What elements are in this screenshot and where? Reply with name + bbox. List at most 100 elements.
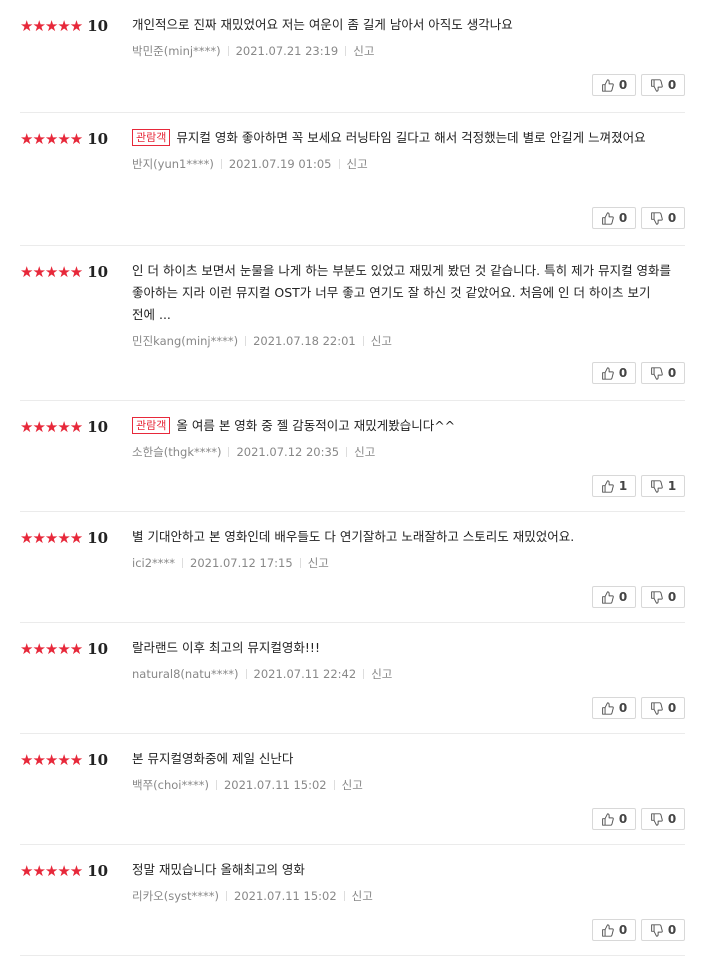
report-link[interactable]: 신고: [347, 157, 368, 171]
report-link[interactable]: 신고: [354, 445, 375, 459]
review-item: ★★★★★ 10 정말 재밌습니다 올해최고의 영화 리카오(syst****)…: [20, 845, 685, 956]
review-list: ★★★★★ 10 개인적으로 진짜 재밌었어요 저는 여운이 좀 길게 남아서 …: [0, 0, 709, 956]
divider: [299, 558, 301, 568]
reviewer-name[interactable]: 민진kang(minj****): [132, 334, 238, 348]
divider: [228, 447, 230, 457]
review-text: 정말 재밌습니다 올해최고의 영화: [132, 859, 685, 881]
review-body: 관람객 올 여름 본 영화 중 젤 감동적이고 재밌게봤습니다^^ 소한슬(thg…: [132, 415, 685, 460]
viewer-badge: 관람객: [132, 417, 171, 434]
review-body: 정말 재밌습니다 올해최고의 영화 리카오(syst****) 2021.07.1…: [132, 859, 685, 904]
review-content: 정말 재밌습니다 올해최고의 영화: [132, 862, 305, 877]
like-button[interactable]: 0: [592, 207, 636, 229]
dislike-button[interactable]: 0: [641, 586, 685, 608]
thumbs-up-icon: [601, 366, 614, 380]
review-content: 뮤지컬 영화 좋아하면 꼭 보세요 러닝타임 길다고 해서 걱정했는데 별로 안…: [176, 130, 646, 145]
reviewer-name[interactable]: 박민준(minj****): [132, 44, 221, 58]
like-count: 0: [618, 701, 628, 715]
like-button[interactable]: 0: [592, 586, 636, 608]
vote-buttons: 0 0: [592, 586, 685, 608]
divider: [362, 336, 364, 346]
star-icon: ★★★★★: [20, 17, 83, 35]
vote-buttons: 0 0: [592, 74, 685, 96]
score-number: 10: [87, 529, 109, 547]
dislike-button[interactable]: 0: [641, 808, 685, 830]
review-meta: 박민준(minj****) 2021.07.21 23:19 신고: [132, 43, 685, 59]
review-date: 2021.07.12 17:15: [190, 556, 293, 570]
star-icon: ★★★★★: [20, 751, 83, 769]
review-date: 2021.07.12 20:35: [236, 445, 340, 459]
star-icon: ★★★★★: [20, 862, 83, 880]
review-content: 올 여름 본 영화 중 젤 감동적이고 재밌게봤습니다^^: [176, 418, 456, 433]
report-link[interactable]: 신고: [371, 667, 392, 681]
thumbs-up-icon: [601, 211, 614, 225]
dislike-button[interactable]: 0: [641, 362, 685, 384]
report-link[interactable]: 신고: [308, 556, 329, 570]
like-count: 0: [618, 78, 628, 92]
review-date: 2021.07.11 15:02: [234, 889, 337, 903]
review-text: 관람객 뮤지컬 영화 좋아하면 꼭 보세요 러닝타임 길다고 해서 걱정했는데 별…: [132, 127, 685, 149]
report-link[interactable]: 신고: [342, 778, 363, 792]
review-meta: ici2**** 2021.07.12 17:15 신고: [132, 555, 685, 571]
like-button[interactable]: 0: [592, 919, 636, 941]
review-score: ★★★★★ 10: [20, 862, 108, 880]
review-text: 본 뮤지컬영화중에 제일 신난다: [132, 748, 685, 770]
vote-buttons: 0 0: [592, 207, 685, 229]
dislike-button[interactable]: 0: [641, 74, 685, 96]
divider: [227, 46, 229, 56]
viewer-badge: 관람객: [132, 129, 171, 146]
score-number: 10: [87, 862, 109, 880]
review-meta: natural8(natu****) 2021.07.11 22:42 신고: [132, 666, 685, 682]
thumbs-up-icon: [601, 78, 614, 92]
review-text: 랄라랜드 이후 최고의 뮤지컬영화!!!: [132, 637, 685, 659]
vote-buttons: 0 0: [592, 697, 685, 719]
thumbs-down-icon: [650, 701, 663, 715]
star-icon: ★★★★★: [20, 130, 83, 148]
star-icon: ★★★★★: [20, 640, 83, 658]
review-meta: 반지(yun1****) 2021.07.19 01:05 신고: [132, 156, 685, 172]
reviewer-name[interactable]: 반지(yun1****): [132, 157, 214, 171]
review-score: ★★★★★ 10: [20, 418, 108, 436]
review-body: 인 더 하이츠 보면서 눈물을 나게 하는 부분도 있었고 재밌게 봤던 것 같…: [132, 260, 685, 349]
score-number: 10: [87, 263, 109, 281]
score-number: 10: [87, 17, 109, 35]
vote-buttons: 0 0: [592, 808, 685, 830]
dislike-button[interactable]: 1: [641, 475, 685, 497]
reviewer-name[interactable]: ici2****: [132, 556, 175, 570]
divider: [245, 669, 247, 679]
thumbs-down-icon: [650, 812, 663, 826]
thumbs-down-icon: [650, 479, 663, 493]
like-button[interactable]: 0: [592, 74, 636, 96]
like-button[interactable]: 0: [592, 808, 636, 830]
like-count: 0: [618, 366, 628, 380]
dislike-button[interactable]: 0: [641, 697, 685, 719]
dislike-button[interactable]: 0: [641, 207, 685, 229]
dislike-button[interactable]: 0: [641, 919, 685, 941]
divider: [338, 159, 340, 169]
report-link[interactable]: 신고: [352, 889, 373, 903]
reviewer-name[interactable]: 리카오(syst****): [132, 889, 219, 903]
reviewer-name[interactable]: natural8(natu****): [132, 667, 239, 681]
thumbs-down-icon: [650, 78, 663, 92]
like-button[interactable]: 0: [592, 697, 636, 719]
report-link[interactable]: 신고: [371, 334, 392, 348]
dislike-count: 0: [667, 78, 677, 92]
score-number: 10: [87, 640, 109, 658]
reviewer-name[interactable]: 소한슬(thgk****): [132, 445, 221, 459]
divider: [345, 46, 347, 56]
score-number: 10: [87, 751, 109, 769]
like-count: 0: [618, 923, 628, 937]
review-content: 개인적으로 진짜 재밌었어요 저는 여운이 좀 길게 남아서 아직도 생각나요: [132, 17, 513, 32]
like-button[interactable]: 0: [592, 362, 636, 384]
review-score: ★★★★★ 10: [20, 751, 108, 769]
star-icon: ★★★★★: [20, 263, 83, 281]
review-date: 2021.07.19 01:05: [228, 157, 332, 171]
report-link[interactable]: 신고: [353, 44, 374, 58]
reviewer-name[interactable]: 백쭈(choi****): [132, 778, 209, 792]
thumbs-up-icon: [601, 590, 614, 604]
review-content: 인 더 하이츠 보면서 눈물을 나게 하는 부분도 있었고 재밌게 봤던 것 같…: [132, 263, 672, 322]
thumbs-down-icon: [650, 366, 663, 380]
review-item: ★★★★★ 10 본 뮤지컬영화중에 제일 신난다 백쭈(choi****) 20…: [20, 734, 685, 845]
review-score: ★★★★★ 10: [20, 263, 108, 281]
dislike-count: 1: [667, 479, 677, 493]
like-button[interactable]: 1: [592, 475, 636, 497]
